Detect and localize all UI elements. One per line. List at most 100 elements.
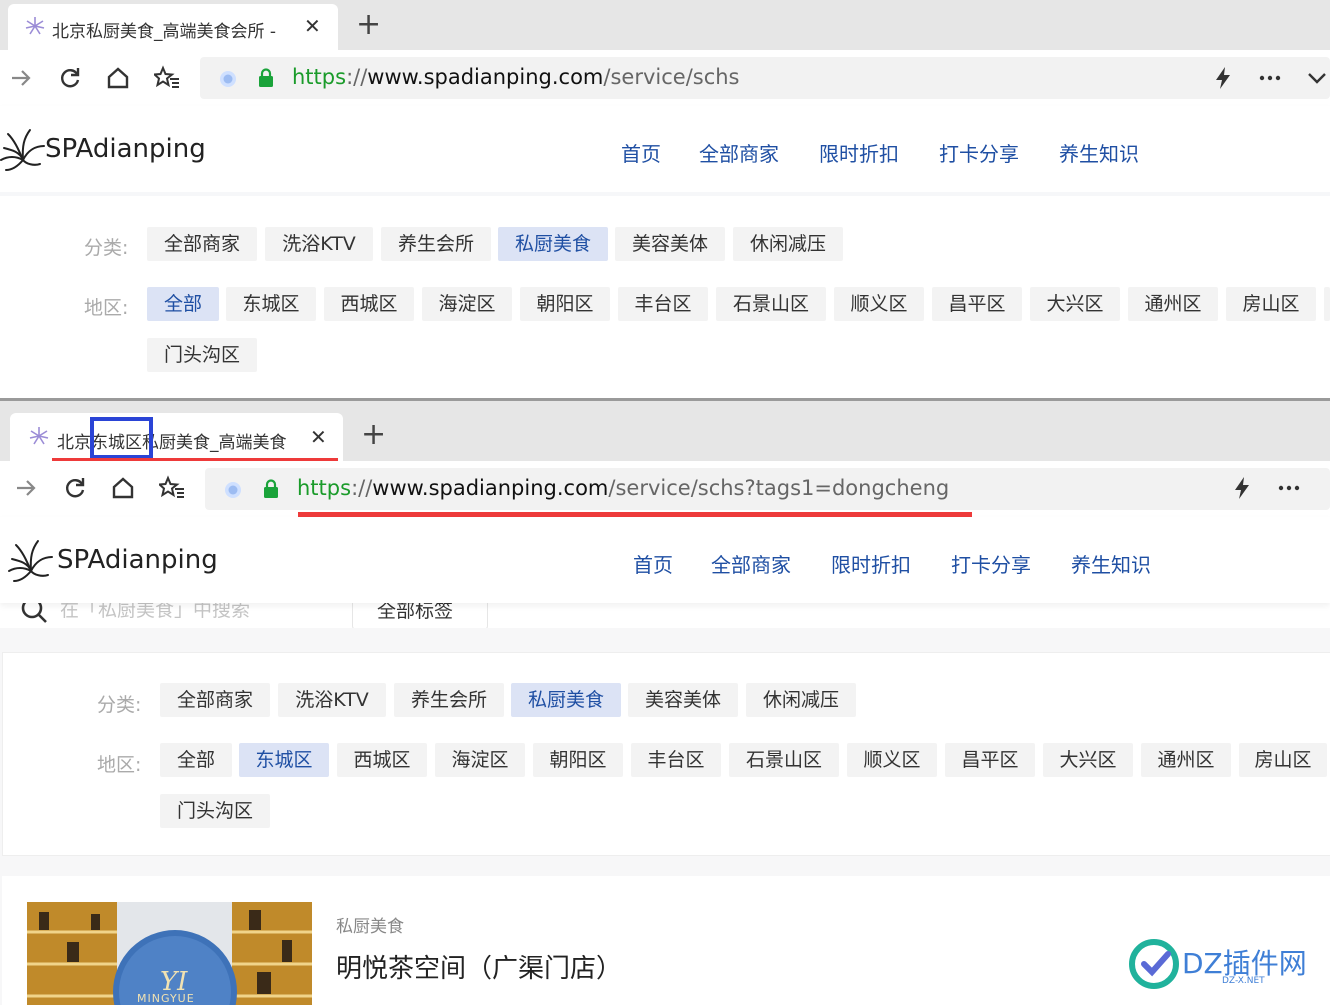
tab-title: 北京私厨美食_高端美食会所 - xyxy=(52,22,277,42)
category-chip[interactable]: 美容美体 xyxy=(628,683,738,717)
filter-panel: 分类: 全部商家 洗浴KTV 养生会所 私厨美食 美容美体 休闲减压 地区: 全… xyxy=(0,196,1330,400)
forward-icon[interactable] xyxy=(8,65,34,91)
district-chip[interactable] xyxy=(1324,287,1330,321)
category-chip[interactable]: 洗浴KTV xyxy=(278,683,386,717)
site-logo[interactable]: SPAdianping xyxy=(45,134,206,164)
nav-checkin[interactable]: 打卡分享 xyxy=(939,138,1019,167)
district-chip[interactable]: 丰台区 xyxy=(631,743,721,777)
category-label: 分类: xyxy=(84,237,129,259)
category-chip[interactable]: 养生会所 xyxy=(394,683,504,717)
category-chip-active[interactable]: 私厨美食 xyxy=(511,683,621,717)
category-chip-active[interactable]: 私厨美食 xyxy=(498,227,608,261)
district-chip[interactable]: 顺义区 xyxy=(847,743,937,777)
home-icon[interactable] xyxy=(105,65,131,91)
listing-image-text: MINGYUE xyxy=(137,992,195,1005)
tab-title-rest: 私厨美食_高端美食 xyxy=(142,433,287,453)
url-text[interactable]: https://www.spadianping.com/service/schs xyxy=(292,65,740,89)
nav-all-merchants[interactable]: 全部商家 xyxy=(699,138,779,167)
close-icon[interactable]: ✕ xyxy=(310,427,327,447)
url-text[interactable]: https://www.spadianping.com/service/schs… xyxy=(297,476,949,500)
category-chip[interactable]: 休闲减压 xyxy=(746,683,856,717)
lock-icon xyxy=(259,68,273,87)
nav-discounts[interactable]: 限时折扣 xyxy=(831,549,911,578)
favorites-icon[interactable] xyxy=(159,475,185,501)
category-chip[interactable]: 美容美体 xyxy=(615,227,725,261)
logo-icon[interactable] xyxy=(0,126,46,174)
category-chip[interactable]: 洗浴KTV xyxy=(265,227,373,261)
watermark-sub: DZ-X.NET xyxy=(1222,976,1265,986)
browser-tab[interactable]: 北京私厨美食_高端美食会所 - ✕ xyxy=(8,4,338,50)
refresh-icon[interactable] xyxy=(62,475,88,501)
district-chip[interactable]: 海淀区 xyxy=(422,287,512,321)
nav-discounts[interactable]: 限时折扣 xyxy=(819,138,899,167)
new-tab-icon[interactable]: + xyxy=(361,420,386,450)
category-chip[interactable]: 休闲减压 xyxy=(733,227,843,261)
district-chip[interactable]: 房山区 xyxy=(1226,287,1316,321)
district-chip[interactable]: 通州区 xyxy=(1141,743,1231,777)
site-header: SPAdianping 首页 全部商家 限时折扣 打卡分享 养生知识 xyxy=(0,106,1330,192)
district-chip-active[interactable]: 全部 xyxy=(147,287,219,321)
listing-title[interactable]: 明悦茶空间（广渠门店） xyxy=(336,948,622,985)
district-chip-active[interactable]: 东城区 xyxy=(239,743,329,777)
district-chip[interactable]: 丰台区 xyxy=(618,287,708,321)
district-chip[interactable]: 东城区 xyxy=(226,287,316,321)
logo-icon[interactable] xyxy=(6,537,56,585)
site-logo[interactable]: SPAdianping xyxy=(57,545,218,575)
favicon-icon xyxy=(25,17,45,35)
district-chip[interactable]: 全部 xyxy=(160,743,232,777)
refresh-icon[interactable] xyxy=(57,65,83,91)
district-chip[interactable]: 朝阳区 xyxy=(533,743,623,777)
bolt-icon[interactable] xyxy=(1210,65,1236,91)
nav-all-merchants[interactable]: 全部商家 xyxy=(711,549,791,578)
tab-title-prefix: 北京 xyxy=(57,433,91,453)
district-chip[interactable]: 房山区 xyxy=(1239,743,1327,777)
district-chip[interactable]: 昌平区 xyxy=(945,743,1035,777)
district-chip[interactable]: 西城区 xyxy=(337,743,427,777)
district-chip[interactable]: 昌平区 xyxy=(932,287,1022,321)
listing-photo: YI xyxy=(27,902,312,1005)
district-chip[interactable]: 门头沟区 xyxy=(160,794,270,828)
more-icon[interactable] xyxy=(1257,65,1283,91)
district-chip[interactable]: 门头沟区 xyxy=(147,338,257,372)
annotation-box xyxy=(90,417,153,459)
district-chip[interactable]: 西城区 xyxy=(324,287,414,321)
listing-image[interactable]: YI MINGYUE xyxy=(27,902,312,1005)
filter-panel: 分类: 全部商家 洗浴KTV 养生会所 私厨美食 美容美体 休闲减压 地区: 全… xyxy=(2,652,1330,856)
district-chip[interactable]: 大兴区 xyxy=(1043,743,1133,777)
nav-checkin[interactable]: 打卡分享 xyxy=(951,549,1031,578)
address-bar[interactable]: https://www.spadianping.com/service/schs… xyxy=(205,468,1330,510)
forward-icon[interactable] xyxy=(13,475,39,501)
bolt-icon[interactable] xyxy=(1229,475,1255,501)
close-icon[interactable]: ✕ xyxy=(304,16,321,36)
favicon-icon xyxy=(29,427,49,445)
favorites-icon[interactable] xyxy=(154,65,180,91)
watermark: DZ插件网 DZ-X.NET xyxy=(1128,938,1318,994)
browser-toolbar: https://www.spadianping.com/service/schs… xyxy=(0,461,1330,517)
category-chip[interactable]: 全部商家 xyxy=(160,683,270,717)
category-chip[interactable]: 养生会所 xyxy=(381,227,491,261)
nav-home[interactable]: 首页 xyxy=(633,549,673,578)
more-icon[interactable] xyxy=(1276,475,1302,501)
chevron-down-icon[interactable] xyxy=(1304,65,1330,91)
district-chip[interactable]: 石景山区 xyxy=(716,287,826,321)
new-tab-icon[interactable]: + xyxy=(356,10,381,40)
nav-home[interactable]: 首页 xyxy=(621,138,661,167)
district-chip[interactable]: 通州区 xyxy=(1128,287,1218,321)
lock-icon xyxy=(264,479,278,498)
district-chip[interactable]: 朝阳区 xyxy=(520,287,610,321)
address-bar[interactable]: https://www.spadianping.com/service/schs xyxy=(200,57,1330,99)
nav-knowledge[interactable]: 养生知识 xyxy=(1071,549,1151,578)
district-chip[interactable]: 大兴区 xyxy=(1030,287,1120,321)
district-chip[interactable]: 顺义区 xyxy=(834,287,924,321)
category-label: 分类: xyxy=(97,694,142,716)
site-security-icon xyxy=(225,482,241,498)
district-label: 地区: xyxy=(97,754,142,776)
district-chip[interactable]: 石景山区 xyxy=(729,743,839,777)
home-icon[interactable] xyxy=(110,475,136,501)
site-header: SPAdianping 首页 全部商家 限时折扣 打卡分享 养生知识 xyxy=(0,517,1330,603)
category-chip[interactable]: 全部商家 xyxy=(147,227,257,261)
nav-knowledge[interactable]: 养生知识 xyxy=(1059,138,1139,167)
district-chip[interactable]: 海淀区 xyxy=(435,743,525,777)
browser-tab[interactable]: 北京东城区私厨美食_高端美食 ✕ xyxy=(10,413,343,461)
listing-category: 私厨美食 xyxy=(336,917,404,937)
